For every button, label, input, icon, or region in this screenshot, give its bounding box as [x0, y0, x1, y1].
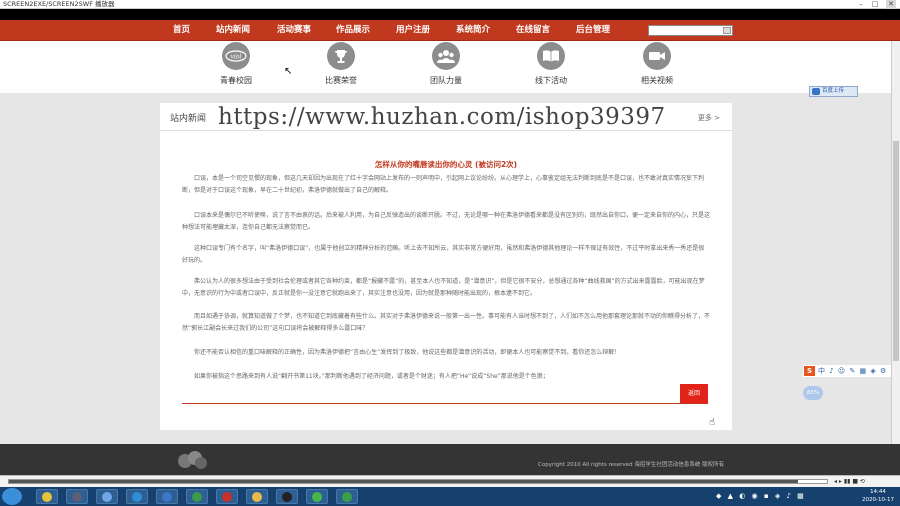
quick-link-label: 团队力量 — [430, 76, 462, 85]
quick-link-label: 线下活动 — [535, 76, 567, 85]
article-divider — [182, 403, 704, 404]
media-app-button[interactable] — [66, 489, 88, 504]
ime-speed-bubble: 85% — [803, 386, 823, 400]
hand-cursor-icon: ☝ — [709, 417, 716, 428]
news-panel: 站内新闻 更多 > 怎样从你的嘴唇读出你的心灵 (被访问2次) 口误，本是一个司… — [160, 103, 732, 430]
search-input[interactable] — [648, 25, 733, 36]
clock-time: 14:44 — [870, 489, 886, 495]
quick-link-label: 相关视频 — [641, 76, 673, 85]
quick-link-label: 比赛荣誉 — [325, 76, 357, 85]
doc-app-button[interactable] — [186, 489, 208, 504]
baidu-upload-button[interactable]: 百度上传 — [809, 86, 858, 97]
system-tray[interactable]: ◆ ▲ ◐ ◉ ▪ ◈ ♪ ▦ — [716, 489, 806, 504]
video-camera-icon — [643, 42, 671, 70]
folder-app-icon — [252, 492, 262, 502]
article-paragraph: 如果你被指这个思路来到有人说“翻开书第11块。”那判断他遇到了经济问题，或者是个… — [194, 373, 549, 380]
flash-app-icon — [222, 492, 232, 502]
scrollbar-thumb[interactable] — [893, 141, 899, 361]
nav-admin[interactable]: 后台管理 — [576, 20, 610, 41]
window-title: SCREEN2EXE/SCREEN2SWF 播放器 — [3, 0, 115, 8]
main-navigation: 首页 站内新闻 活动赛事 作品展示 用户注册 系统简介 在线留言 后台管理 — [0, 20, 900, 41]
start-button[interactable] — [2, 488, 22, 505]
back-button[interactable]: 返回 — [680, 384, 708, 404]
media-app-icon — [72, 492, 82, 502]
chrome-app-icon — [42, 492, 52, 502]
cloud-icon — [812, 88, 820, 95]
nav-register[interactable]: 用户注册 — [396, 20, 430, 41]
footer-copyright: Copyright 2010 All rights reserved 海招学生社… — [538, 462, 725, 468]
watermark-url: https://www.huzhan.com/ishop39397 — [218, 104, 666, 130]
chrome-app-button[interactable] — [36, 489, 58, 504]
mouse-cursor-icon: ↖ — [284, 66, 293, 77]
nav-works[interactable]: 作品展示 — [336, 20, 370, 41]
article-paragraph: 口误，本是一个司空见惯的现象，但这几天却因为出现在了红十字会网站上发布的一则声明… — [182, 175, 705, 194]
book-icon — [537, 42, 565, 70]
article-title: 怎样从你的嘴唇读出你的心灵 (被访问2次) — [374, 160, 518, 169]
maximize-button[interactable]: □ — [870, 0, 880, 9]
quick-link-offline-events[interactable]: 线下活动 — [511, 41, 591, 86]
quick-link-videos[interactable]: 相关视频 — [617, 41, 697, 86]
upload-button-label: 百度上传 — [822, 88, 845, 94]
viol-logo-icon: viol — [222, 42, 250, 70]
window-titlebar: SCREEN2EXE/SCREEN2SWF 播放器 – □ ✕ — [0, 0, 900, 9]
article-paragraph: 口误本来是偶尔已不听使唤，说了言不由衷的话。后来被人利用，为自己反弹造出的谈断开… — [182, 212, 711, 231]
recorder-app-icon — [342, 492, 352, 502]
mail-app-button[interactable] — [156, 489, 178, 504]
baidu-app-button[interactable] — [96, 489, 118, 504]
article-paragraph: 弗公认为人的很多想法由于受到社会伦理或者其它各种约束，都是“报藏不露”的，甚至本… — [182, 278, 705, 297]
quick-links-bar: viol 青春校园 比赛荣誉 团队力量 线下活动 相关视频 — [0, 41, 900, 93]
site-footer: Copyright 2010 All rights reserved 海招学生社… — [0, 444, 900, 475]
panel-title: 站内新闻 — [170, 114, 207, 124]
player-controls: ◂ ▸ ▮▮ ■ ⟲ — [0, 475, 900, 487]
wechat-app-button[interactable] — [306, 489, 328, 504]
nav-site-news[interactable]: 站内新闻 — [216, 20, 250, 41]
quick-link-campus[interactable]: viol 青春校园 — [196, 41, 276, 86]
qq-app-button[interactable] — [276, 489, 298, 504]
wechat-app-icon — [312, 492, 322, 502]
browser-app-icon — [132, 492, 142, 502]
article-paragraph: 这种口误专门有个名字，叫“弗洛伊德口误”，也属于他创立的精神分析的范畴。听上去不… — [182, 245, 705, 264]
mail-app-icon — [162, 492, 172, 502]
ime-mode-label: 中 — [818, 367, 826, 375]
more-link[interactable]: 更多 > — [698, 113, 720, 123]
browser-app-button[interactable] — [126, 489, 148, 504]
recorder-app-button[interactable] — [336, 489, 358, 504]
clock-date: 2020-10-17 — [862, 497, 894, 503]
flash-app-button[interactable] — [216, 489, 238, 504]
baidu-app-icon — [102, 492, 112, 502]
quick-link-honors[interactable]: 比赛荣誉 — [301, 41, 381, 86]
nav-home[interactable]: 首页 — [173, 20, 190, 41]
playback-progress[interactable] — [8, 479, 828, 484]
article-paragraph: 你还不能否认相信的重口味解释的正确性，因为弗洛伊德把“言由心生”发挥到了极致，他… — [194, 349, 621, 356]
ime-toolbar[interactable]: S 中 ♪ ☺ ✎ ▦ ◈ ⚙ — [803, 365, 900, 377]
quick-link-team[interactable]: 团队力量 — [406, 41, 486, 86]
player-top-bar — [0, 9, 900, 20]
nav-about[interactable]: 系统简介 — [456, 20, 490, 41]
quick-link-label: 青春校园 — [220, 76, 252, 85]
footer-logo-icon — [178, 451, 207, 469]
nav-events[interactable]: 活动赛事 — [277, 20, 311, 41]
trophy-icon — [327, 42, 355, 70]
folder-app-button[interactable] — [246, 489, 268, 504]
playback-buttons[interactable]: ◂ ▸ ▮▮ ■ ⟲ — [834, 476, 865, 487]
team-icon — [432, 42, 460, 70]
close-button[interactable]: ✕ — [886, 0, 896, 9]
minimize-button[interactable]: – — [856, 0, 866, 9]
sogou-icon: S — [804, 366, 815, 376]
search-button[interactable] — [723, 27, 731, 34]
page-scrollbar[interactable] — [891, 41, 900, 444]
qq-app-icon — [282, 492, 292, 502]
svg-text:viol: viol — [231, 54, 242, 61]
windows-taskbar: ◆ ▲ ◐ ◉ ▪ ◈ ♪ ▦ 14:44 2020-10-17 — [0, 487, 900, 506]
doc-app-icon — [192, 492, 202, 502]
progress-fill — [9, 480, 799, 483]
nav-guestbook[interactable]: 在线留言 — [516, 20, 550, 41]
taskbar-clock[interactable]: 14:44 2020-10-17 — [858, 488, 898, 504]
article-paragraph: 而且如遇于协调，就算知道做了个梦，也不知道它到底藏着有些什么。其实对于弗洛伊德来… — [182, 313, 711, 332]
